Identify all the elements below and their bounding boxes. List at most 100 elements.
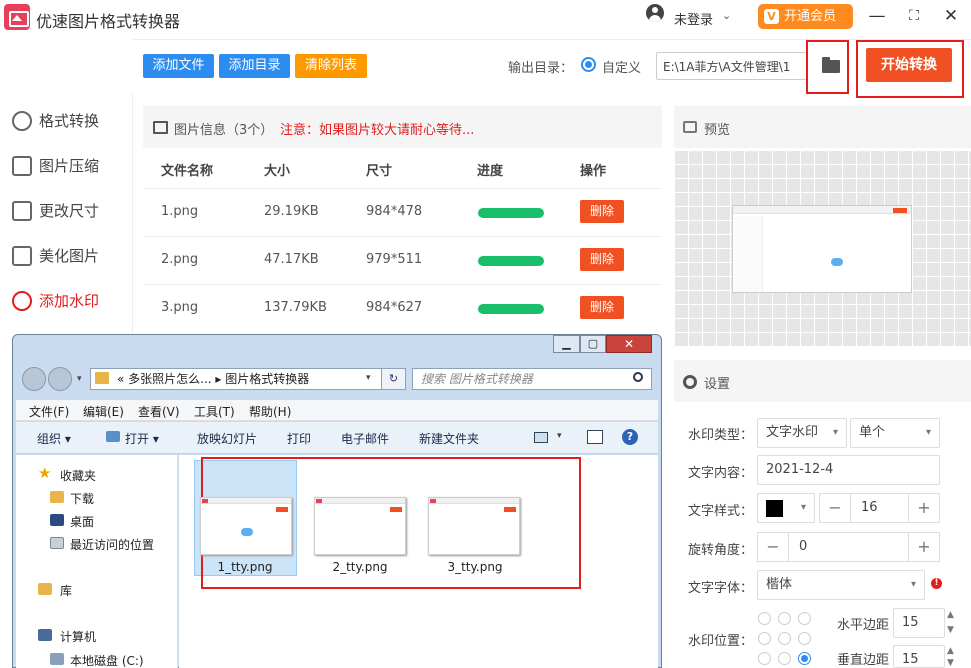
delete-button[interactable]: 删除 — [580, 296, 624, 319]
nav-local-disk[interactable]: 本地磁盘 (C:) — [70, 652, 144, 668]
col-header-name: 文件名称 — [161, 164, 214, 179]
position-bottom-center[interactable] — [778, 652, 791, 665]
vip-button[interactable]: V 开通会员 — [758, 4, 853, 29]
sidebar-item-format-convert[interactable]: 格式转换 — [12, 109, 99, 133]
compress-icon — [12, 156, 32, 176]
v-margin-label: 垂直边距 — [837, 653, 890, 668]
file-label[interactable]: 2_tty.png — [310, 560, 410, 574]
search-input[interactable]: 搜索 图片格式转换器 — [412, 368, 652, 390]
chevron-down-icon[interactable]: ⌄ — [722, 9, 731, 22]
file-thumbnail[interactable] — [200, 497, 292, 555]
custom-output-radio[interactable] — [581, 57, 596, 72]
explorer-close-icon[interactable]: ✕ — [606, 335, 652, 353]
watermark-type-select[interactable]: 文字水印 ▾ — [757, 418, 847, 448]
rotate-decrease[interactable]: − — [757, 532, 789, 562]
file-label[interactable]: 1_tty.png — [195, 560, 295, 574]
app-logo-icon — [4, 4, 30, 30]
minimize-icon[interactable]: — — [866, 6, 888, 26]
menu-help[interactable]: 帮助(H) — [249, 403, 291, 420]
row-divider — [143, 236, 662, 237]
refresh-icon[interactable]: ↻ — [381, 368, 406, 390]
menu-view[interactable]: 查看(V) — [138, 403, 180, 420]
h-margin-input[interactable]: 15 — [893, 608, 945, 638]
add-directory-button[interactable]: 添加目录 — [219, 54, 290, 78]
custom-output-label: 自定义 — [602, 61, 642, 76]
nav-computer[interactable]: 计算机 — [60, 628, 96, 645]
font-family-value: 楷体 — [766, 577, 793, 592]
forward-icon[interactable] — [48, 367, 72, 391]
search-icon[interactable] — [633, 372, 643, 382]
user-avatar-icon[interactable] — [646, 4, 664, 22]
output-path-input[interactable]: E:\1A菲方\A文件管理\1 — [656, 52, 816, 80]
open-button[interactable]: 打开 ▾ — [125, 430, 159, 447]
open-icon — [106, 431, 120, 442]
position-mid-center[interactable] — [778, 632, 791, 645]
text-content-input[interactable]: 2021-12-4 — [757, 455, 940, 485]
color-swatch — [766, 500, 783, 517]
explorer-minimize-icon[interactable]: ▁ — [553, 335, 580, 353]
start-convert-button[interactable]: 开始转换 — [866, 48, 952, 82]
browse-folder-button[interactable] — [806, 40, 849, 94]
h-margin-stepper[interactable]: ▲ ▼ — [947, 608, 954, 638]
nav-favorites[interactable]: 收藏夹 — [60, 467, 96, 484]
email-button[interactable]: 电子邮件 — [341, 430, 389, 447]
file-label[interactable]: 3_tty.png — [425, 560, 525, 574]
text-color-picker[interactable]: ▾ — [757, 493, 815, 523]
sidebar-item-resize[interactable]: 更改尺寸 — [12, 199, 99, 223]
file-thumbnail[interactable] — [428, 497, 520, 555]
menu-file[interactable]: 文件(F) — [29, 403, 69, 420]
position-bottom-left[interactable] — [758, 652, 771, 665]
organize-button[interactable]: 组织 ▾ — [37, 430, 71, 447]
sidebar-item-compress[interactable]: 图片压缩 — [12, 154, 99, 178]
position-top-right[interactable] — [798, 612, 811, 625]
vip-label: 开通会员 — [784, 9, 837, 24]
add-file-button[interactable]: 添加文件 — [143, 54, 214, 78]
font-size-increase[interactable]: + — [908, 493, 940, 523]
watermark-type-value: 文字水印 — [766, 425, 819, 440]
v-margin-stepper[interactable]: ▲ ▼ — [947, 645, 954, 668]
slideshow-button[interactable]: 放映幻灯片 — [197, 430, 257, 447]
position-top-center[interactable] — [778, 612, 791, 625]
print-button[interactable]: 打印 — [287, 430, 311, 447]
explorer-maximize-icon[interactable]: ▢ — [580, 335, 606, 353]
back-icon[interactable] — [22, 367, 46, 391]
view-icon[interactable] — [534, 432, 548, 443]
preview-pane-icon[interactable] — [587, 430, 603, 444]
clear-list-button[interactable]: 清除列表 — [295, 54, 367, 78]
position-mid-left[interactable] — [758, 632, 771, 645]
new-folder-button[interactable]: 新建文件夹 — [419, 430, 479, 447]
close-icon[interactable]: ✕ — [940, 6, 962, 26]
view-dropdown-icon[interactable]: ▾ — [557, 431, 562, 441]
nav-library[interactable]: 库 — [60, 582, 72, 599]
nav-downloads[interactable]: 下载 — [70, 490, 94, 507]
menu-tools[interactable]: 工具(T) — [194, 403, 235, 420]
font-size-value[interactable]: 16 — [851, 493, 908, 523]
file-count: 图片信息（3个） — [174, 123, 274, 138]
help-icon[interactable]: ? — [622, 429, 638, 445]
file-thumbnail[interactable] — [314, 497, 406, 555]
sidebar-item-watermark[interactable]: 添加水印 — [12, 289, 99, 313]
font-size-decrease[interactable]: − — [819, 493, 851, 523]
preview-start — [893, 208, 907, 213]
v-margin-input[interactable]: 15 — [893, 645, 945, 668]
nav-desktop[interactable]: 桌面 — [70, 513, 94, 530]
address-bar[interactable]: « 多张照片怎么... ▸ 图片格式转换器 — [90, 368, 406, 390]
position-bottom-right[interactable] — [798, 652, 811, 665]
font-family-select[interactable]: 楷体 ▾ — [757, 570, 925, 600]
sidebar-item-beautify[interactable]: 美化图片 — [12, 244, 99, 268]
address-dropdown-icon[interactable]: ▾ — [366, 373, 371, 383]
position-top-left[interactable] — [758, 612, 771, 625]
convert-icon — [12, 111, 32, 131]
file-size: 137.79KB — [264, 300, 327, 315]
watermark-count-select[interactable]: 单个 ▾ — [850, 418, 940, 448]
maximize-icon[interactable]: ⛶ — [903, 6, 925, 26]
menu-edit[interactable]: 编辑(E) — [83, 403, 124, 420]
position-mid-right[interactable] — [798, 632, 811, 645]
nav-recent[interactable]: 最近访问的位置 — [70, 536, 154, 553]
rotate-value[interactable]: 0 — [789, 532, 908, 562]
delete-button[interactable]: 删除 — [580, 200, 624, 223]
history-chevron-icon[interactable]: ▾ — [77, 374, 82, 384]
delete-button[interactable]: 删除 — [580, 248, 624, 271]
login-status[interactable]: 未登录 — [674, 9, 713, 28]
rotate-increase[interactable]: + — [908, 532, 940, 562]
